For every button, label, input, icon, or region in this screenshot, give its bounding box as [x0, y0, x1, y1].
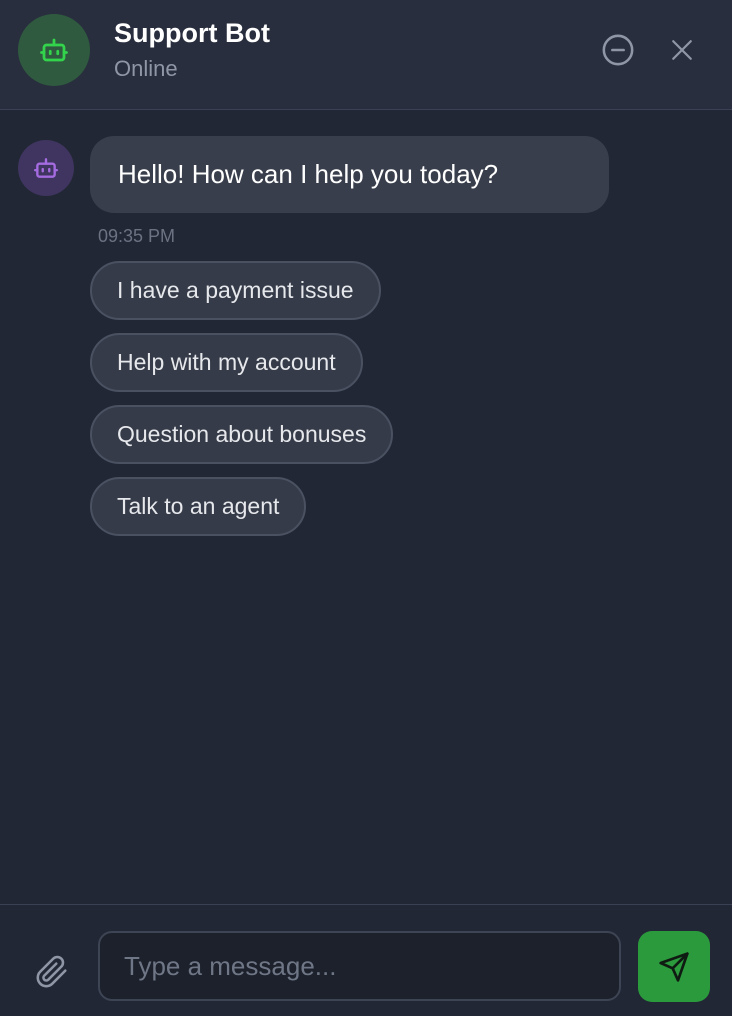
close-button[interactable]	[662, 30, 702, 70]
bot-avatar	[18, 14, 90, 86]
status-text: Online	[114, 56, 178, 81]
bot-icon	[33, 158, 59, 178]
bot-icon	[40, 38, 68, 62]
message-timestamp: 09:35 PM	[98, 226, 176, 246]
close-icon	[672, 40, 692, 60]
minimize-button[interactable]	[598, 30, 638, 70]
quick-reply-account-help[interactable]: Help with my account	[90, 333, 363, 392]
attach-button[interactable]	[30, 950, 74, 994]
message-composer	[0, 904, 732, 1016]
send-button[interactable]	[638, 931, 710, 1002]
chat-title: Support Bot	[114, 18, 270, 48]
minus-circle-icon	[602, 34, 634, 66]
message-input[interactable]	[98, 931, 621, 1001]
send-icon	[659, 951, 689, 982]
quick-reply-payment-issue[interactable]: I have a payment issue	[90, 261, 381, 320]
quick-reply-bonuses[interactable]: Question about bonuses	[90, 405, 394, 464]
quick-reply-talk-to-agent[interactable]: Talk to an agent	[90, 477, 307, 536]
chat-window: Support Bot Online Hello! How can I help…	[0, 0, 732, 1016]
message-bubble: Hello! How can I help you today?	[90, 136, 609, 213]
chat-header: Support Bot Online	[0, 0, 732, 110]
message-avatar	[18, 140, 74, 196]
paperclip-icon	[36, 955, 67, 988]
